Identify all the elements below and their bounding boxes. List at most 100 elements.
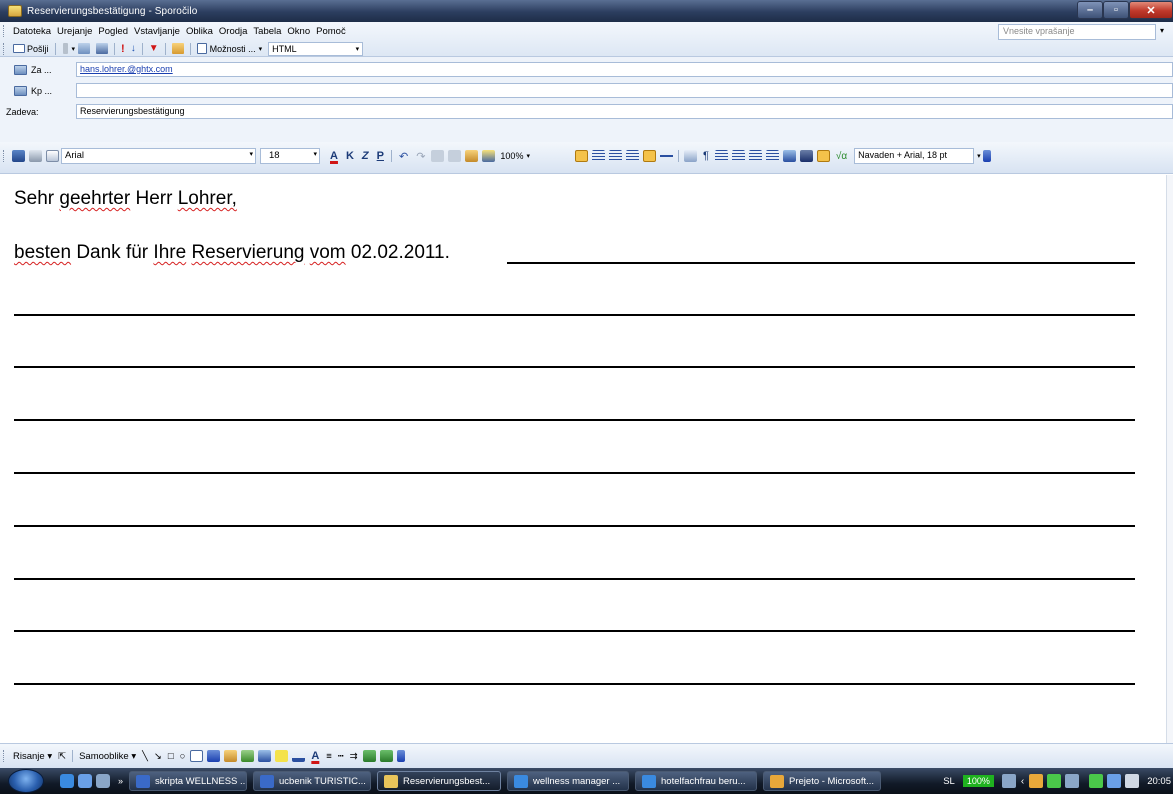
line-color-icon[interactable] [292, 750, 306, 762]
increase-indent-icon[interactable] [765, 150, 779, 162]
to-button[interactable]: Za ... [0, 64, 76, 75]
network-status-icon[interactable] [1107, 774, 1122, 788]
attach-dropdown-icon[interactable]: ▾ [72, 45, 76, 53]
reading-layout-icon[interactable] [816, 150, 830, 162]
select-objects-icon[interactable]: ⇱ [55, 751, 69, 762]
text-box-icon[interactable] [190, 750, 204, 762]
copy-icon[interactable] [448, 150, 462, 162]
toolbar-grip[interactable] [3, 150, 6, 162]
underline-button[interactable]: P [373, 150, 388, 162]
wordart-icon[interactable] [207, 750, 221, 762]
draw-menu-button[interactable]: Risanje ▾ [10, 751, 55, 762]
battery-badge[interactable]: 100% [962, 775, 994, 787]
numbering-icon[interactable] [714, 150, 728, 162]
taskbar-item[interactable]: hotelfachfrau beru... [635, 771, 758, 791]
volume-icon[interactable] [1125, 774, 1140, 788]
low-importance-icon[interactable]: ↓ [131, 43, 136, 54]
font-name-select[interactable]: Arial ▾ [61, 148, 256, 164]
style-select[interactable]: Navaden + Arial, 18 pt [854, 148, 975, 164]
language-indicator[interactable]: SL [935, 776, 963, 787]
autoshapes-button[interactable]: Samooblike ▾ [76, 751, 139, 762]
signal-icon[interactable] [1047, 774, 1062, 788]
toolbar-grip[interactable] [3, 750, 6, 762]
decrease-indent-icon[interactable] [748, 150, 762, 162]
menu-window[interactable]: Okno [284, 26, 313, 37]
arrow-tool-icon[interactable]: ↘ [151, 751, 165, 762]
print-preview-icon[interactable] [46, 150, 59, 162]
save-icon[interactable] [12, 150, 25, 162]
align-left-icon[interactable] [574, 150, 588, 162]
permission-icon[interactable] [171, 43, 184, 54]
attach-icon[interactable] [62, 43, 68, 54]
bullets-icon[interactable] [731, 150, 745, 162]
redo-icon[interactable]: ↷ [412, 150, 429, 163]
menu-help[interactable]: Pomoč [313, 26, 349, 37]
chevron-down-icon[interactable]: ▾ [977, 152, 981, 160]
cc-field[interactable] [76, 83, 1173, 98]
send-button[interactable]: Pošlji [10, 41, 52, 57]
equation-icon[interactable]: √α [832, 151, 851, 162]
shadow-icon[interactable] [362, 750, 376, 762]
diagram-icon[interactable] [224, 750, 238, 762]
line-tool-icon[interactable]: ╲ [139, 751, 151, 762]
subject-field[interactable]: Reservierungsbestätigung [76, 104, 1173, 119]
message-body[interactable]: Sehr geehrter Herr Lohrer, besten Dank f… [0, 175, 1166, 743]
ask-dropdown-icon[interactable]: ▾ [1160, 26, 1164, 35]
align-center-icon[interactable] [591, 150, 605, 162]
chevron-right-icon[interactable]: » [118, 776, 123, 786]
bold-button[interactable]: K [342, 150, 358, 162]
clock[interactable]: 20:05 [1141, 776, 1173, 787]
ask-question-input[interactable]: Vnesite vprašanje [998, 24, 1156, 40]
format-painter-icon[interactable] [482, 150, 496, 162]
taskbar-item[interactable]: skripta WELLNESS ... [129, 771, 248, 791]
taskbar-item[interactable]: wellness manager ... [507, 771, 630, 791]
check-names-icon[interactable] [96, 43, 109, 54]
show-formatting-icon[interactable]: ¶ [699, 150, 713, 162]
font-color-icon[interactable]: A [326, 150, 342, 162]
line-style-icon[interactable]: ≡ [323, 751, 335, 762]
menu-format[interactable]: Oblika [183, 26, 216, 37]
taskbar-item[interactable]: Reservierungsbest... [377, 771, 502, 791]
start-button[interactable] [8, 769, 44, 793]
justify-icon[interactable] [625, 150, 639, 162]
signature-icon[interactable] [683, 150, 697, 162]
chevron-left-icon[interactable]: ‹ [1021, 776, 1024, 787]
menu-view[interactable]: Pogled [95, 26, 131, 37]
toolbar-grip[interactable] [3, 42, 6, 55]
close-button[interactable]: ✕ [1129, 1, 1173, 19]
font-size-select[interactable]: 18 ▾ [260, 148, 320, 164]
internet-explorer-icon[interactable] [60, 774, 74, 788]
message-format-select[interactable]: HTML ▾ [268, 41, 364, 56]
picture-icon[interactable] [258, 750, 272, 762]
rectangle-tool-icon[interactable]: □ [165, 751, 177, 762]
vertical-scrollbar[interactable] [1166, 175, 1173, 743]
menu-edit[interactable]: Urejanje [54, 26, 95, 37]
clip-art-icon[interactable] [241, 750, 255, 762]
styles-icon[interactable] [799, 150, 813, 162]
to-field[interactable]: hans.lohrer.@ghtx.com [76, 62, 1173, 77]
options-button[interactable]: Možnosti ... ▾ [194, 41, 266, 57]
network-icon[interactable] [1065, 774, 1080, 788]
oval-tool-icon[interactable]: ○ [177, 751, 189, 762]
menu-tools[interactable]: Orodja [216, 26, 251, 37]
cut-icon[interactable] [431, 150, 445, 162]
high-importance-icon[interactable]: ! [121, 43, 125, 55]
cc-button[interactable]: Kp ... [0, 85, 76, 96]
line-spacing-icon[interactable] [642, 150, 656, 162]
antivirus-icon[interactable] [1029, 774, 1044, 788]
show-desktop-icon[interactable] [78, 774, 92, 788]
undo-icon[interactable]: ↶ [395, 150, 412, 163]
paste-icon[interactable] [465, 150, 479, 162]
fill-color-icon[interactable] [275, 750, 289, 762]
flag-icon[interactable]: ▼ [149, 43, 159, 54]
dash-style-icon[interactable]: ┅ [335, 751, 347, 762]
keyboard-icon[interactable] [1001, 774, 1016, 788]
window-title-bar[interactable]: Reservierungsbestätigung - Sporočilo – ▫… [0, 0, 1173, 22]
menu-file[interactable]: Datoteka [10, 26, 54, 37]
media-player-icon[interactable] [96, 774, 110, 788]
toolbar-grip[interactable] [3, 25, 6, 37]
maximize-button[interactable]: ▫ [1103, 1, 1129, 19]
print-icon[interactable] [29, 150, 42, 162]
horizontal-line-icon[interactable] [659, 150, 673, 162]
toolbar-options-icon[interactable] [396, 750, 405, 762]
